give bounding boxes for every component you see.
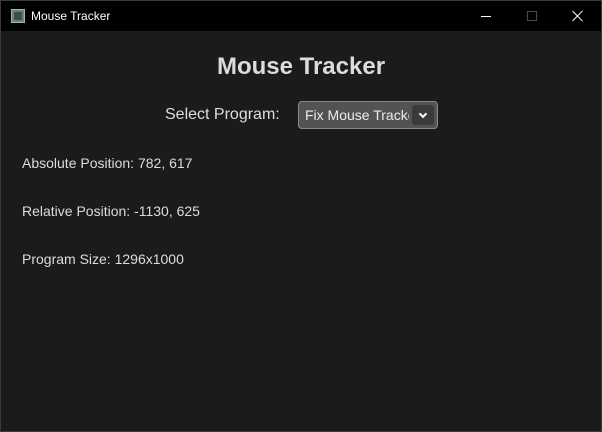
chevron-down-icon xyxy=(418,109,428,118)
close-button[interactable] xyxy=(555,1,601,31)
program-select[interactable]: Fix Mouse Tracker xyxy=(298,101,438,129)
relative-position-text: Relative Position: -1130, 625 xyxy=(22,203,200,219)
program-size-text: Program Size: 1296x1000 xyxy=(22,251,184,267)
close-icon xyxy=(572,10,584,22)
app-icon xyxy=(11,9,25,23)
program-select-value: Fix Mouse Tracker xyxy=(305,107,409,123)
absolute-position-text: Absolute Position: 782, 617 xyxy=(22,155,193,171)
minimize-button[interactable] xyxy=(463,1,509,31)
program-select-row: Select Program: Fix Mouse Tracker xyxy=(165,101,438,129)
page-title: Mouse Tracker xyxy=(216,53,386,80)
select-program-label: Select Program: xyxy=(165,106,280,123)
title-bar[interactable]: Mouse Tracker xyxy=(1,1,601,31)
app-window: Mouse Tracker Mouse Tracker Select Progr… xyxy=(0,0,602,432)
maximize-button[interactable] xyxy=(509,1,555,31)
minimize-icon xyxy=(481,15,491,17)
dropdown-button[interactable] xyxy=(412,105,434,125)
window-title: Mouse Tracker xyxy=(31,9,111,23)
maximize-icon xyxy=(527,11,537,21)
